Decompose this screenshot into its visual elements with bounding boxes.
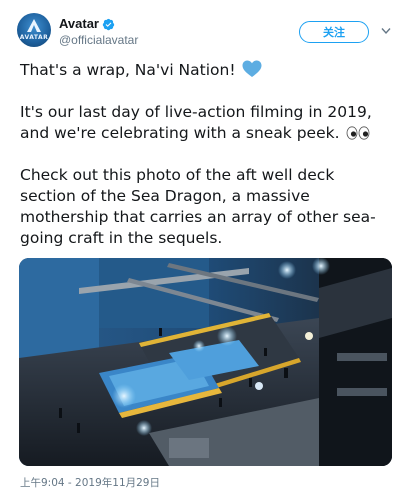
tweet-photo[interactable] bbox=[19, 258, 392, 466]
tweet-line: section of the Sea Dragon, a massive bbox=[20, 187, 310, 205]
tweet-paragraph-2: It's our last day of live-action filming… bbox=[20, 102, 400, 144]
avatar-logo-icon bbox=[27, 19, 41, 32]
tweet-line: mothership that carries an array of othe… bbox=[20, 208, 376, 226]
tweet-paragraph-1: That's a wrap, Na'vi Nation! bbox=[20, 60, 400, 81]
display-name-row[interactable]: Avatar bbox=[59, 16, 138, 32]
tweet-line-with-emoji: and we're celebrating with a sneak peek. bbox=[20, 123, 400, 144]
tweet-line: It's our last day of live-action filming… bbox=[20, 103, 372, 121]
tweet-paragraph-3: Check out this photo of the aft well dec… bbox=[20, 165, 400, 249]
tweet-line: That's a wrap, Na'vi Nation! bbox=[20, 61, 236, 79]
avatar[interactable]: AVATAR bbox=[17, 13, 51, 47]
user-info: Avatar @officialavatar bbox=[59, 16, 138, 48]
user-handle[interactable]: @officialavatar bbox=[59, 32, 138, 48]
eyes-icon bbox=[346, 126, 369, 140]
display-name[interactable]: Avatar bbox=[59, 16, 99, 32]
tweet-timestamp[interactable]: 上午9:04 - 2019年11月29日 bbox=[20, 475, 160, 490]
follow-button[interactable]: 关注 bbox=[299, 21, 369, 43]
sea-dragon-set-image bbox=[19, 258, 392, 466]
blue-heart-icon bbox=[242, 60, 262, 77]
avatar-logo-text: AVATAR bbox=[19, 34, 49, 41]
tweet-line: Check out this photo of the aft well dec… bbox=[20, 166, 335, 184]
chevron-down-icon[interactable] bbox=[381, 27, 391, 35]
tweet-line: and we're celebrating with a sneak peek. bbox=[20, 124, 340, 142]
tweet-text: That's a wrap, Na'vi Nation! It's our la… bbox=[20, 60, 400, 270]
tweet-line: going craft in the sequels. bbox=[20, 229, 223, 247]
verified-badge-icon bbox=[102, 18, 115, 30]
